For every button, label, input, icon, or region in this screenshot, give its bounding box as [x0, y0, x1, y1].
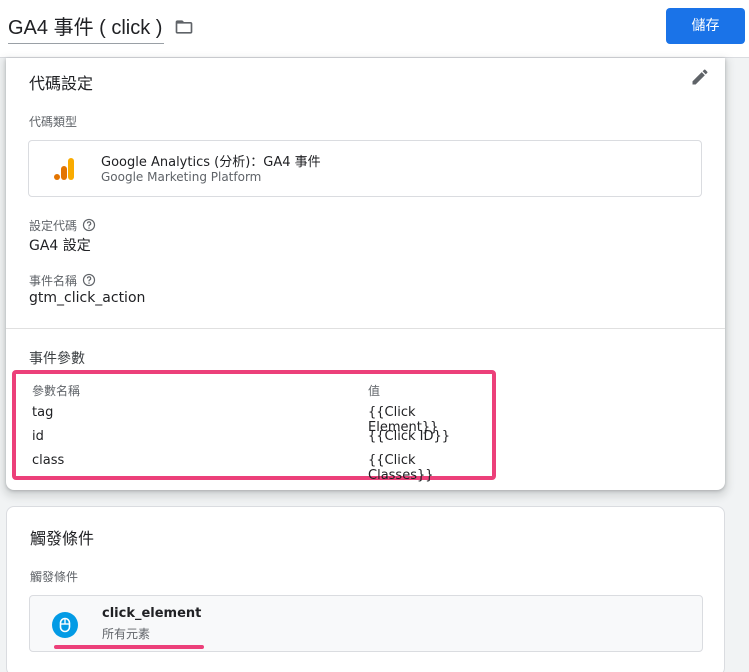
folder-icon[interactable] [173, 17, 195, 37]
triggering-card: 觸發條件 觸發條件 click_element 所有元素 [6, 506, 725, 672]
section-divider [6, 328, 725, 329]
table-row: id {{Click ID}} [32, 429, 482, 444]
tag-name-field[interactable]: GA4 事件 ( click ) [8, 14, 165, 44]
param-value: {{Click Classes}} [368, 453, 434, 483]
trigger-name: click_element [102, 606, 202, 621]
param-value: {{Click ID}} [368, 429, 451, 444]
tag-configuration-title: 代碼設定 [29, 74, 94, 93]
tag-type-selector[interactable]: Google Analytics (分析)：GA4 事件 Google Mark… [28, 140, 702, 197]
tag-configuration-card: 代碼設定 代碼類型 Google Analytics (分析)：GA4 事件 G… [6, 58, 725, 490]
help-icon[interactable] [82, 273, 96, 287]
event-params-table: 參數名稱 值 tag {{Click Element}} id {{Click … [12, 370, 496, 483]
config-tag-value: GA4 設定 [29, 238, 91, 254]
event-name-value: gtm_click_action [29, 290, 146, 306]
triggering-title: 觸發條件 [30, 529, 95, 548]
config-tag-label-text: 設定代碼 [29, 219, 78, 233]
tag-type-platform: Google Marketing Platform [101, 170, 262, 184]
save-button[interactable]: 儲存 [666, 8, 745, 44]
event-params-label: 事件參數 [29, 351, 85, 367]
trigger-type: 所有元素 [102, 627, 151, 641]
param-name-header: 參數名稱 [32, 384, 81, 398]
mouse-icon [52, 612, 78, 638]
params-header: 參數名稱 值 [32, 382, 482, 399]
highlight-underline [54, 645, 204, 649]
param-name: class [32, 453, 65, 468]
top-bar: GA4 事件 ( click ) 儲存 [0, 0, 749, 58]
table-row: tag {{Click Element}} [32, 405, 482, 435]
triggering-label: 觸發條件 [30, 570, 79, 584]
param-name: tag [32, 405, 54, 420]
param-value-header: 值 [368, 384, 381, 398]
tag-type-label: 代碼類型 [29, 115, 78, 129]
tag-type-name: Google Analytics (分析)：GA4 事件 [101, 155, 321, 170]
google-analytics-icon [54, 158, 74, 180]
trigger-item[interactable]: click_element 所有元素 [29, 595, 703, 652]
pencil-icon[interactable] [690, 67, 710, 87]
table-row: class {{Click Classes}} [32, 453, 482, 483]
event-name-label: 事件名稱 [29, 272, 96, 289]
help-icon[interactable] [82, 218, 96, 232]
event-name-label-text: 事件名稱 [29, 274, 78, 288]
config-tag-label: 設定代碼 [29, 217, 96, 234]
param-name: id [32, 429, 44, 444]
